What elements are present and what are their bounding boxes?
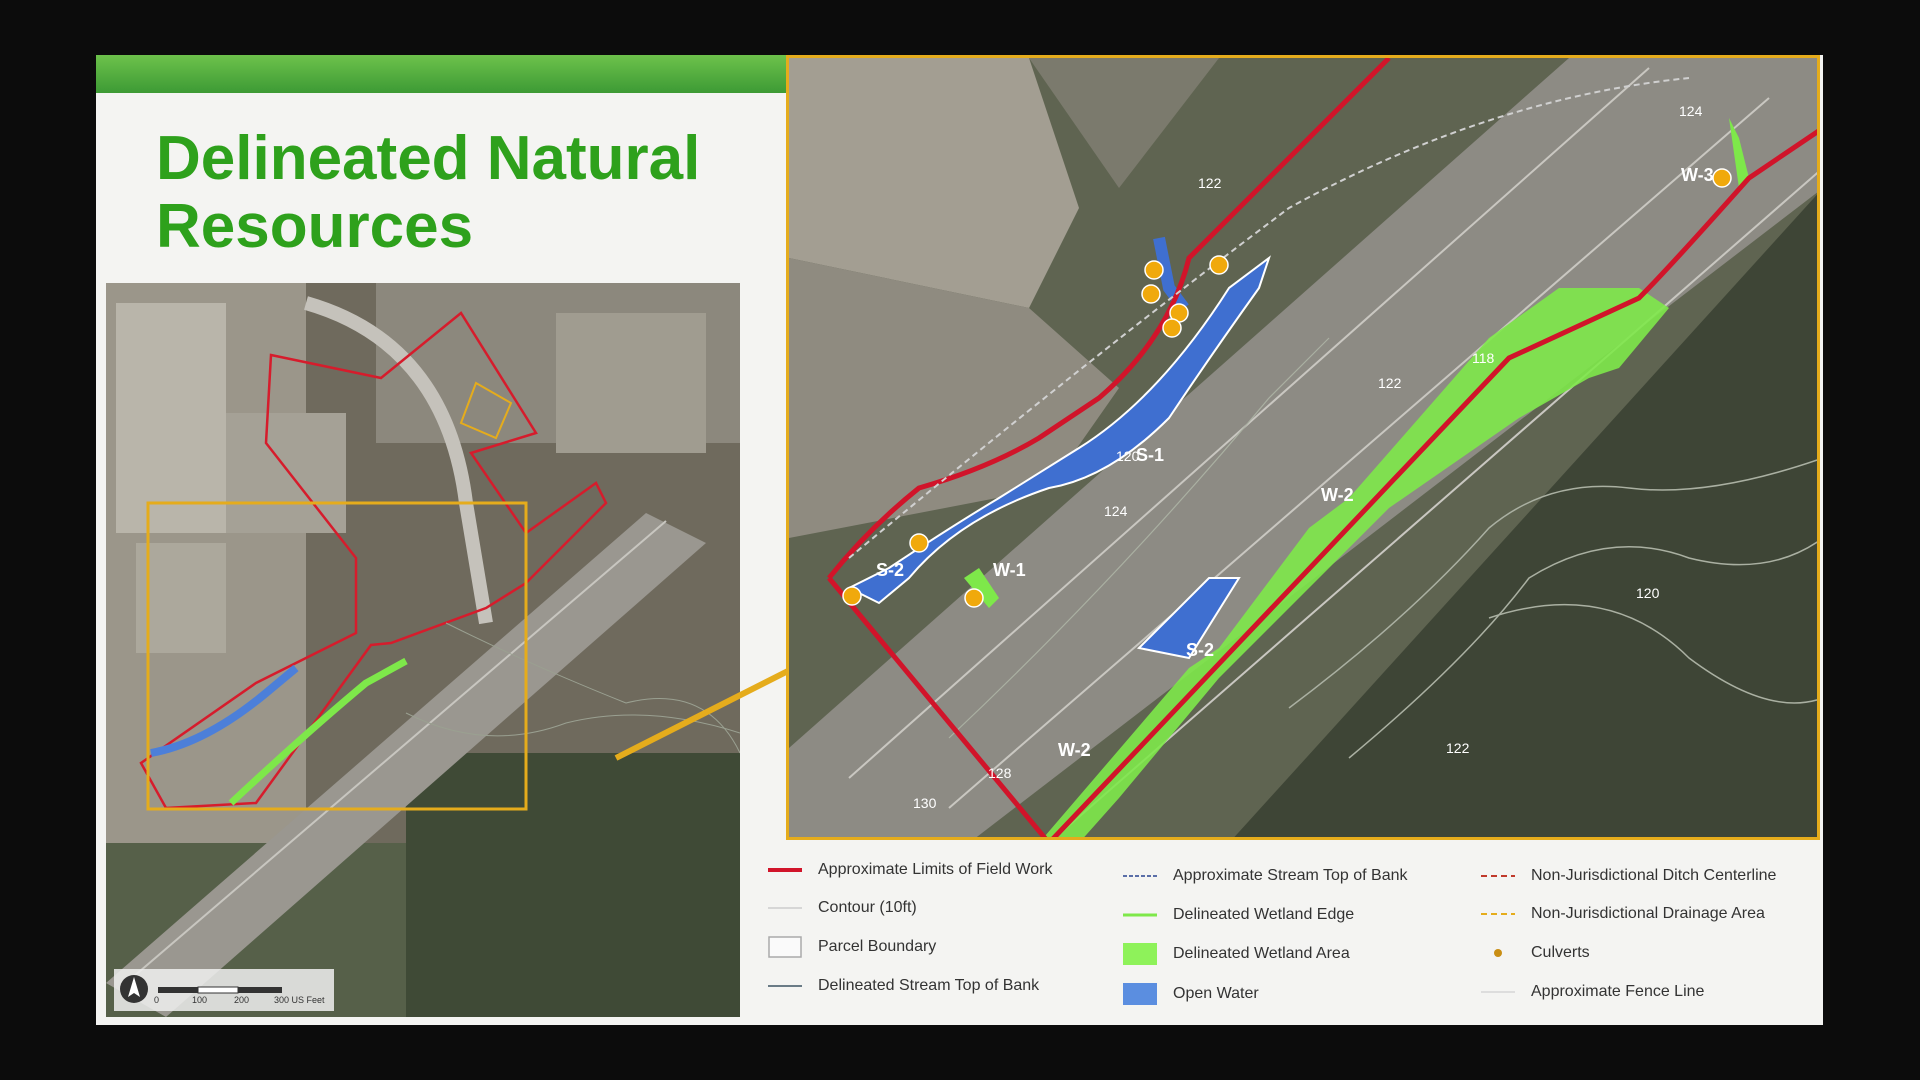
label-w3: W-3 [1681, 165, 1714, 185]
legend-item: Approximate Fence Line [1481, 977, 1704, 1007]
label-w1: W-1 [993, 560, 1026, 580]
blue-fill-icon [1123, 983, 1157, 1005]
dashed-blue-line-icon [1123, 865, 1157, 887]
contour-label: 120 [1116, 448, 1140, 464]
contour-label: 124 [1679, 103, 1703, 119]
map-legend: Approximate Limits of Field Work Contour… [768, 855, 1818, 1025]
detail-map [786, 55, 1820, 840]
fence-line-icon [1481, 981, 1515, 1003]
contour-line-icon [768, 897, 802, 919]
legend-item: Open Water [1123, 979, 1259, 1009]
contour-label: 122 [1198, 175, 1222, 191]
contour-label: 124 [1104, 503, 1128, 519]
culvert-dot-icon [1481, 942, 1515, 964]
contour-label: 122 [1446, 740, 1470, 756]
red-line-icon [768, 859, 802, 881]
legend-item: Non-Jurisdictional Drainage Area [1481, 899, 1765, 929]
legend-item: Approximate Stream Top of Bank [1123, 861, 1408, 891]
label-s2-south: S-2 [1186, 640, 1215, 660]
legend-item: Parcel Boundary [768, 932, 936, 962]
red-dashed-line-icon [1481, 865, 1515, 887]
label-s1: S-1 [1136, 445, 1165, 465]
contour-label: 130 [913, 795, 937, 811]
parcel-box-icon [768, 936, 802, 958]
green-line-icon [1123, 904, 1157, 926]
contour-label: 128 [988, 765, 1012, 781]
legend-item: Delineated Wetland Edge [1123, 900, 1354, 930]
label-w2: W-2 [1321, 485, 1354, 505]
legend-item: Approximate Limits of Field Work [768, 855, 1052, 885]
orange-dashed-line-icon [1481, 903, 1515, 925]
legend-item: Delineated Wetland Area [1123, 939, 1350, 969]
legend-item: Culverts [1481, 938, 1590, 968]
green-fill-icon [1123, 943, 1157, 965]
stream-bank-line-icon [768, 975, 802, 997]
legend-item: Contour (10ft) [768, 893, 917, 923]
contour-label: 118 [1472, 350, 1495, 366]
legend-item: Non-Jurisdictional Ditch Centerline [1481, 861, 1776, 891]
contour-label: 120 [1636, 585, 1660, 601]
label-s2: S-2 [876, 560, 905, 580]
contour-label: 122 [1378, 375, 1402, 391]
slide: Delineated Natural Resources 0 100 200 3… [96, 55, 1823, 1025]
legend-item: Delineated Stream Top of Bank [768, 971, 1039, 1001]
label-w2-south: W-2 [1058, 740, 1091, 760]
